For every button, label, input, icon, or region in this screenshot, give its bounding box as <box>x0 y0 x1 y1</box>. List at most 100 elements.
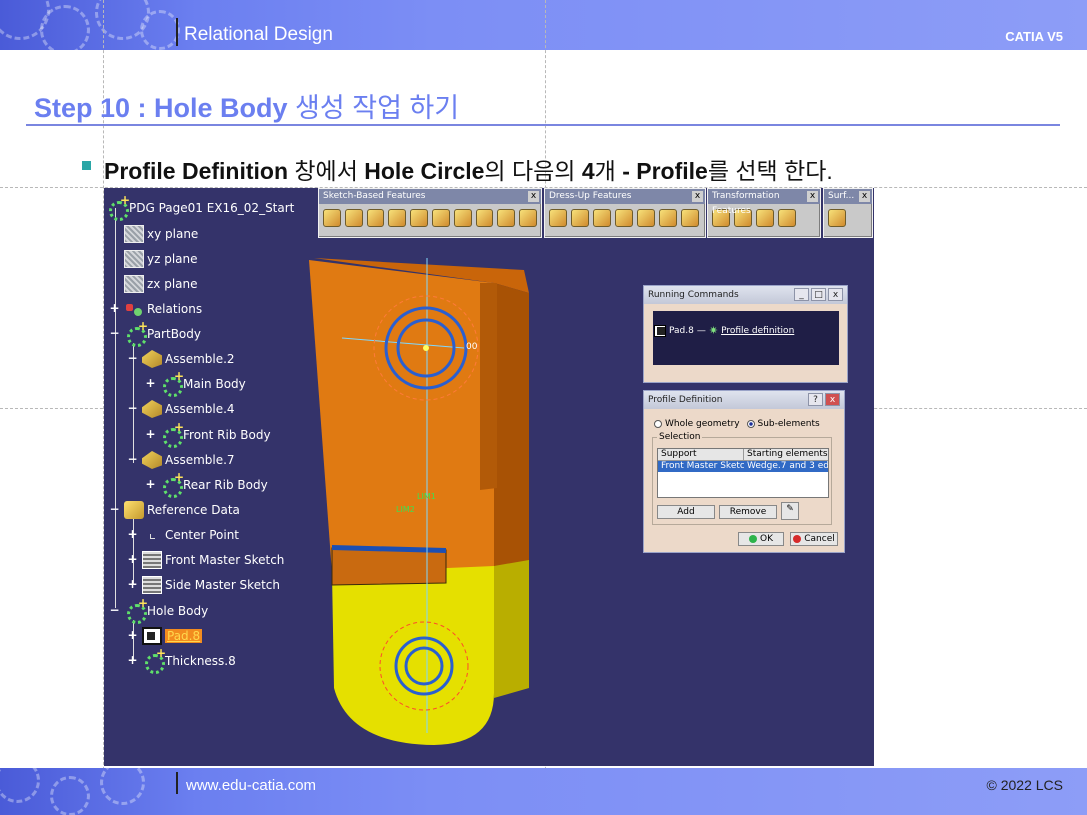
tree-thickness-8[interactable]: Thickness.8 <box>142 646 236 674</box>
loft-tool-icon[interactable] <box>497 209 516 227</box>
cancel-button[interactable]: Cancel <box>790 532 838 546</box>
header-band: Relational Design CATIA V5 <box>0 0 1087 50</box>
tree-relations[interactable]: Relations <box>124 299 202 319</box>
tree-zx-plane[interactable]: zx plane <box>124 274 198 294</box>
tree-front-master-sketch[interactable]: Front Master Sketch <box>142 550 284 570</box>
collapse-icon[interactable]: − <box>127 352 138 364</box>
dress-up-toolbar[interactable]: Dress-Up Features x <box>544 188 706 238</box>
scaling-tool-icon[interactable] <box>778 209 796 227</box>
expand-icon[interactable]: + <box>127 553 138 565</box>
running-commands-dialog[interactable]: Running Commands _ □ x Pad.8 — ✷ Profile… <box>643 285 848 383</box>
body-gear-icon <box>160 470 184 498</box>
tree-front-rib-body[interactable]: Front Rib Body <box>160 420 271 448</box>
pattern-tool-icon[interactable] <box>756 209 774 227</box>
catia-viewport[interactable]: 00 LIM1 LIM2 PDG Page01 EX16_02_Start xy… <box>104 188 874 766</box>
collapse-icon[interactable]: − <box>109 604 120 616</box>
collapse-icon[interactable]: − <box>127 453 138 465</box>
tree-assemble-4[interactable]: Assemble.4 <box>142 399 235 419</box>
expand-icon[interactable]: + <box>145 428 156 440</box>
body-gear-icon <box>160 420 184 448</box>
draft-tool-icon[interactable] <box>593 209 611 227</box>
specification-tree[interactable]: PDG Page01 EX16_02_Start xy plane yz pla… <box>104 188 404 688</box>
expand-icon[interactable]: + <box>145 377 156 389</box>
collapse-icon[interactable]: − <box>109 327 120 339</box>
tree-rear-rib-body[interactable]: Rear Rib Body <box>160 470 268 498</box>
tree-pad-8[interactable]: Pad.8 <box>142 626 203 646</box>
footer-band: www.edu-catia.com © 2022 LCS <box>0 768 1087 815</box>
expand-icon[interactable]: + <box>127 528 138 540</box>
plane-icon <box>124 225 144 243</box>
tree-main-body[interactable]: Main Body <box>160 369 246 397</box>
hole-tool-icon[interactable] <box>410 209 428 227</box>
close-icon[interactable]: x <box>528 191 539 202</box>
slot-tool-icon[interactable] <box>453 209 472 227</box>
close-icon[interactable]: x <box>828 288 843 301</box>
ok-button[interactable]: OK <box>738 532 784 546</box>
footer-divider <box>176 772 178 794</box>
tree-xy-plane[interactable]: xy plane <box>124 224 198 244</box>
remove-button[interactable]: Remove <box>719 505 777 519</box>
bullet-icon <box>82 161 91 170</box>
table-row[interactable]: Front Master Sketch Wedge.7 and 3 ed... <box>658 461 828 472</box>
close-icon[interactable]: x <box>692 191 703 202</box>
tree-yz-plane[interactable]: yz plane <box>124 249 198 269</box>
edit-sketch-icon[interactable]: ✎ <box>781 502 799 520</box>
whole-geometry-radio[interactable] <box>654 419 662 428</box>
split-tool-icon[interactable] <box>828 209 846 227</box>
shaft-tool-icon[interactable] <box>366 209 385 227</box>
footer-website[interactable]: www.edu-catia.com <box>186 777 316 794</box>
sketch-icon <box>142 551 162 569</box>
remove-face-tool-icon[interactable] <box>681 209 699 227</box>
pad-icon <box>142 627 162 645</box>
thread-tool-icon[interactable] <box>659 209 677 227</box>
tree-hole-body[interactable]: Hole Body <box>124 596 208 624</box>
running-commands-panel <box>653 311 839 365</box>
groove-tool-icon[interactable] <box>388 209 407 227</box>
assemble-icon <box>142 451 162 469</box>
step-title: Step 10 : Hole Body 생성 작업 하기 <box>34 93 460 123</box>
collapse-icon[interactable]: − <box>127 402 138 414</box>
close-icon[interactable]: x <box>825 393 840 406</box>
tree-assemble-7[interactable]: Assemble.7 <box>142 450 235 470</box>
dimension-label: 00 <box>466 342 478 352</box>
profile-definition-link[interactable]: Profile definition <box>721 326 794 336</box>
minimize-icon[interactable]: _ <box>794 288 809 301</box>
selection-table[interactable]: Support Starting elements Front Master S… <box>657 448 829 498</box>
ok-icon <box>749 534 757 543</box>
rib-tool-icon[interactable] <box>431 209 450 227</box>
help-icon[interactable]: ? <box>808 393 823 406</box>
pad-tool-icon[interactable] <box>323 209 341 227</box>
maximize-icon[interactable]: □ <box>811 288 826 301</box>
transformation-toolbar[interactable]: Transformation Features x <box>707 188 821 238</box>
collapse-icon[interactable]: − <box>109 503 120 515</box>
close-icon[interactable]: x <box>859 191 870 202</box>
pocket-tool-icon[interactable] <box>344 209 363 227</box>
sub-elements-radio[interactable] <box>746 419 755 428</box>
expand-icon[interactable]: + <box>127 629 138 641</box>
tree-center-point[interactable]: Center Point <box>142 525 239 545</box>
tree-root[interactable]: PDG Page01 EX16_02_Start <box>106 193 294 221</box>
assemble-icon <box>142 350 162 368</box>
remove-loft-tool-icon[interactable] <box>519 209 537 227</box>
expand-icon[interactable]: + <box>145 478 156 490</box>
plane-icon <box>124 250 144 268</box>
tree-assemble-2[interactable]: Assemble.2 <box>142 349 235 369</box>
sketch-based-toolbar[interactable]: Sketch-Based Features x <box>318 188 542 238</box>
tree-reference-data[interactable]: Reference Data <box>124 500 240 520</box>
tree-partbody[interactable]: PartBody <box>124 319 201 347</box>
thickness-tool-icon[interactable] <box>637 209 655 227</box>
add-button[interactable]: Add <box>657 505 715 519</box>
close-icon[interactable]: x <box>807 191 818 202</box>
shell-tool-icon[interactable] <box>615 209 633 227</box>
tree-side-master-sketch[interactable]: Side Master Sketch <box>142 575 280 595</box>
stiffener-tool-icon[interactable] <box>475 209 494 227</box>
profile-definition-dialog[interactable]: Profile Definition ? x Whole geometry Su… <box>643 390 845 553</box>
table-header: Support Starting elements <box>658 449 828 461</box>
expand-icon[interactable]: + <box>127 578 138 590</box>
fillet-tool-icon[interactable] <box>549 209 567 227</box>
surface-toolbar[interactable]: Surf... x <box>823 188 873 238</box>
expand-icon[interactable]: + <box>109 302 120 314</box>
expand-icon[interactable]: + <box>127 654 138 666</box>
part-gear-icon <box>106 193 130 221</box>
chamfer-tool-icon[interactable] <box>571 209 589 227</box>
